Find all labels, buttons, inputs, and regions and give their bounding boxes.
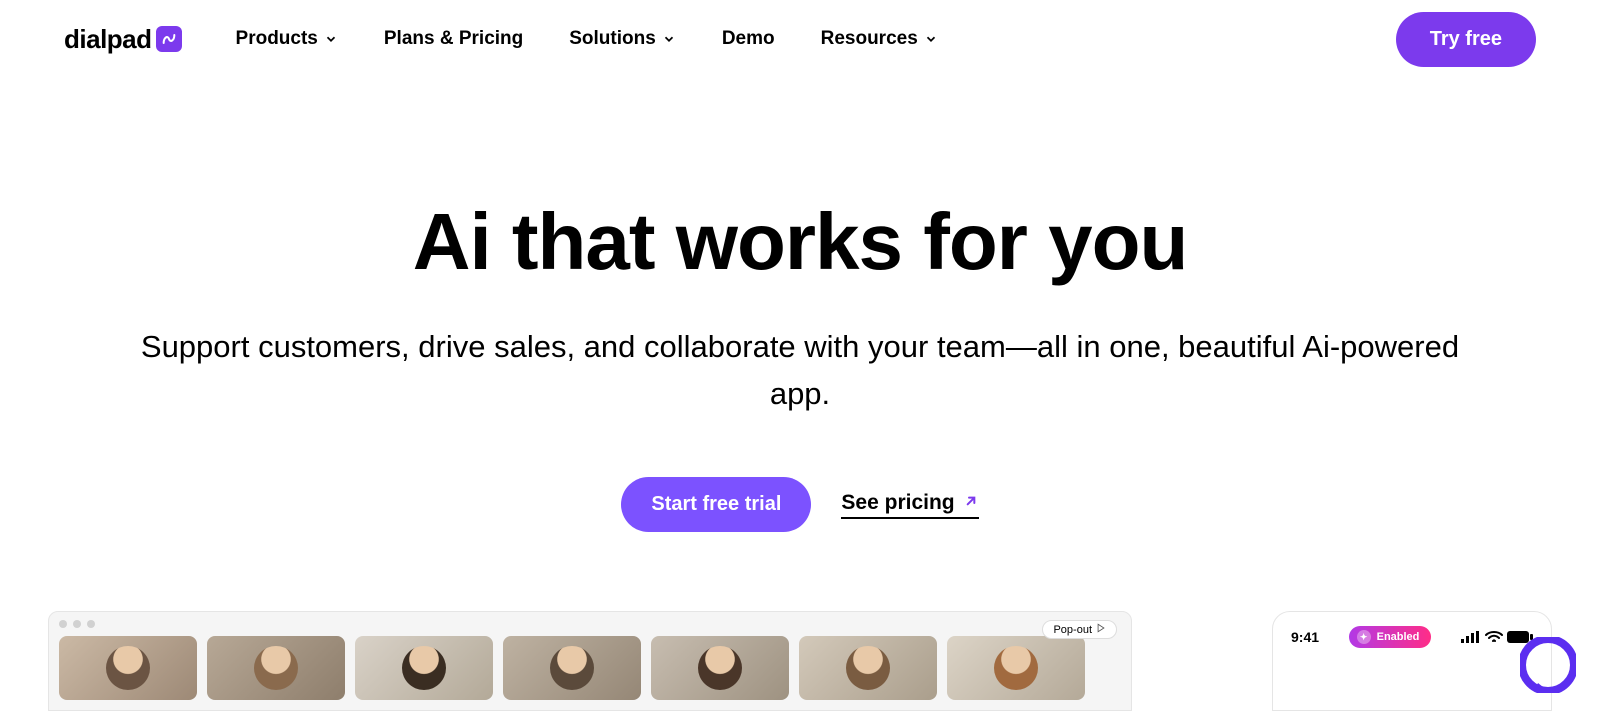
avatar-icon (846, 646, 890, 690)
popout-label: Pop-out (1053, 624, 1092, 636)
avatar-icon (550, 646, 594, 690)
video-tile[interactable] (355, 636, 493, 700)
arrow-up-right-icon (963, 491, 979, 515)
ai-enabled-pill[interactable]: ✦ Enabled (1349, 626, 1432, 648)
chevron-down-icon (662, 32, 676, 46)
ai-badge-icon: ✦ (1357, 630, 1371, 644)
nav-item-products[interactable]: Products (236, 28, 338, 50)
phone-mockup: 9:41 ✦ Enabled (1272, 611, 1552, 711)
signal-icon (1461, 631, 1481, 643)
hero-subhead: Support customers, drive sales, and coll… (120, 324, 1480, 417)
video-tile[interactable] (947, 636, 1085, 700)
chevron-down-icon (924, 32, 938, 46)
nav-label: Resources (821, 28, 918, 50)
hero-section: Ai that works for you Support customers,… (0, 200, 1600, 532)
brand-name: dialpad (64, 24, 152, 55)
video-tile[interactable] (651, 636, 789, 700)
nav-item-plans-pricing[interactable]: Plans & Pricing (384, 28, 523, 50)
chat-launcher-button[interactable] (1520, 637, 1576, 693)
popout-icon (1096, 623, 1106, 636)
window-traffic-lights-icon (59, 620, 1121, 628)
try-free-button[interactable]: Try free (1396, 12, 1536, 67)
see-pricing-link[interactable]: See pricing (841, 491, 978, 519)
chevron-down-icon (324, 32, 338, 46)
avatar-icon (994, 646, 1038, 690)
hero-cta-row: Start free trial See pricing (60, 477, 1540, 532)
video-tiles (59, 636, 1121, 700)
avatar-icon (254, 646, 298, 690)
nav-item-resources[interactable]: Resources (821, 28, 938, 50)
nav-label: Solutions (569, 28, 656, 50)
nav-label: Products (236, 28, 318, 50)
video-tile[interactable] (503, 636, 641, 700)
nav-label: Plans & Pricing (384, 28, 523, 50)
video-tile[interactable] (207, 636, 345, 700)
nav-item-demo[interactable]: Demo (722, 28, 775, 50)
hero-headline: Ai that works for you (60, 200, 1540, 284)
primary-nav: Products Plans & Pricing Solutions Demo … (236, 28, 938, 50)
brand-logo[interactable]: dialpad (64, 24, 182, 55)
nav-label: Demo (722, 28, 775, 50)
wifi-icon (1485, 631, 1503, 643)
avatar-icon (106, 646, 150, 690)
phone-time: 9:41 (1291, 629, 1319, 645)
chat-bubble-icon (1520, 637, 1576, 693)
enabled-label: Enabled (1377, 631, 1420, 643)
start-free-trial-button[interactable]: Start free trial (621, 477, 811, 532)
avatar-icon (402, 646, 446, 690)
avatar-icon (698, 646, 742, 690)
video-tile[interactable] (59, 636, 197, 700)
desktop-mockup: Pop-out (48, 611, 1132, 711)
brand-mark-icon (156, 26, 182, 52)
site-header: dialpad Products Plans & Pricing Solutio… (0, 0, 1600, 60)
video-tile[interactable] (799, 636, 937, 700)
nav-item-solutions[interactable]: Solutions (569, 28, 676, 50)
phone-status-bar: 9:41 ✦ Enabled (1291, 626, 1533, 648)
popout-button[interactable]: Pop-out (1042, 620, 1117, 639)
see-pricing-label: See pricing (841, 491, 954, 515)
product-preview: Pop-out 9:41 ✦ Enabled (0, 611, 1600, 711)
